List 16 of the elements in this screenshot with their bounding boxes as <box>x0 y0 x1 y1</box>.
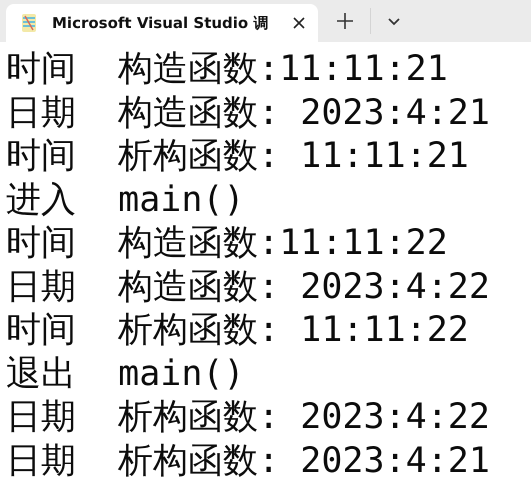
chevron-down-icon[interactable] <box>387 17 401 27</box>
tab-title: Microsoft Visual Studio 调 <box>52 14 270 32</box>
console-line: 时间 构造函数:11:11:22 <box>6 222 448 265</box>
terminal-tab[interactable]: Microsoft Visual Studio 调 <box>6 4 318 42</box>
plus-icon[interactable] <box>336 12 354 30</box>
console-line: 进入 main() <box>6 178 245 222</box>
app-icon <box>20 12 38 34</box>
console-line: 日期 析构函数: 2023:4:22 <box>6 396 490 439</box>
console-line: 时间 析构函数: 11:11:21 <box>6 135 469 178</box>
console-line: 时间 构造函数:11:11:21 <box>6 48 448 91</box>
console-line: 日期 构造函数: 2023:4:21 <box>6 92 490 134</box>
close-icon[interactable] <box>292 16 306 30</box>
console-line: 日期 析构函数: 2023:4:21 <box>6 440 490 482</box>
console-line: 日期 构造函数: 2023:4:22 <box>6 266 490 308</box>
console-line: 时间 析构函数: 11:11:22 <box>6 309 469 352</box>
console-line: 退出 main() <box>6 352 245 396</box>
